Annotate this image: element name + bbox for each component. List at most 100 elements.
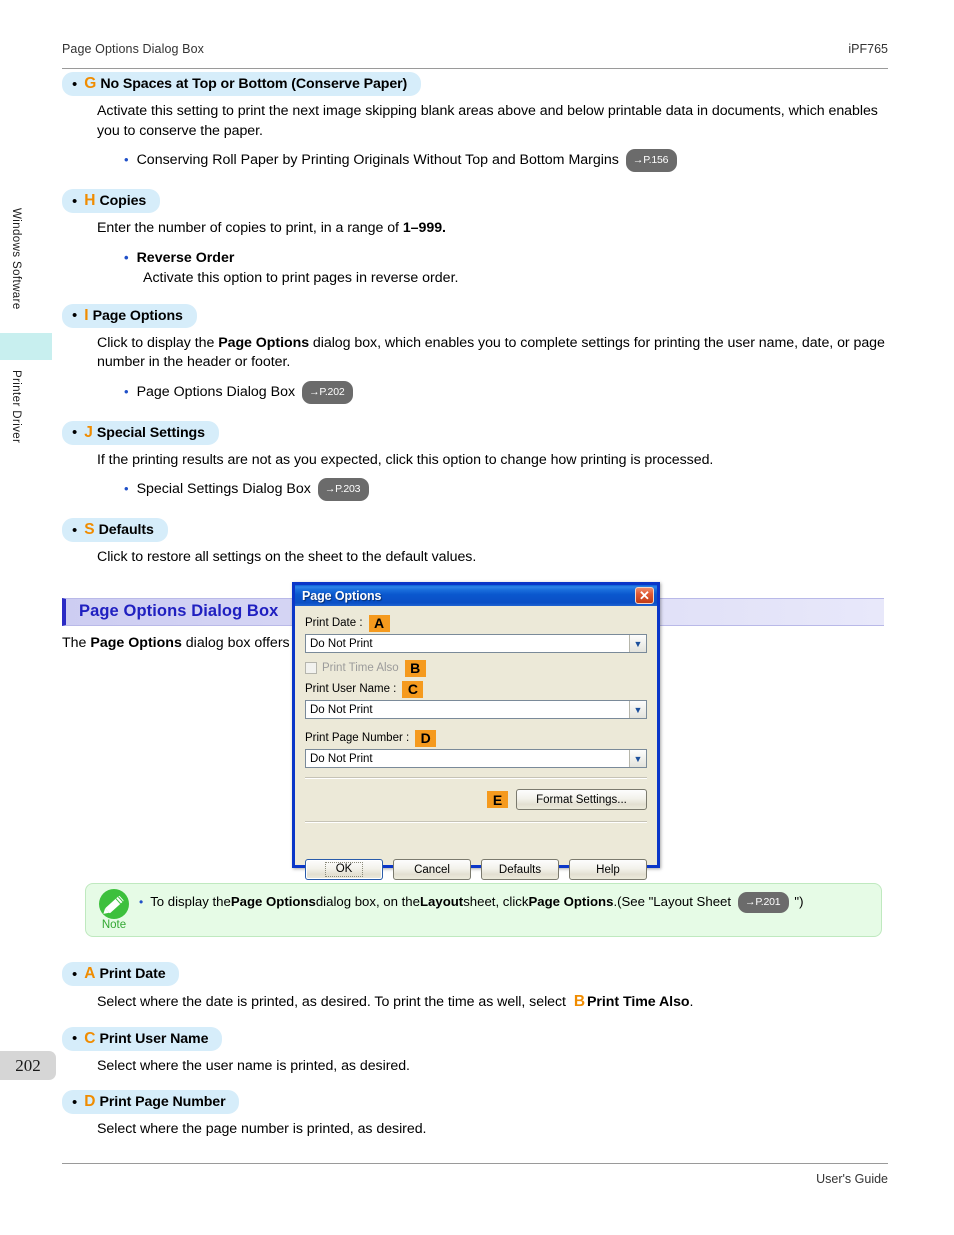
chevron-down-icon[interactable]: ▼ xyxy=(629,750,646,767)
ok-button[interactable]: OK xyxy=(305,859,383,880)
sidebar-tab-printer-driver[interactable]: Printer Driver xyxy=(10,370,22,443)
section-i-body-bold: Page Options xyxy=(218,334,310,351)
close-icon[interactable]: ✕ xyxy=(635,587,654,604)
print-time-also-row[interactable]: Print Time Also B xyxy=(305,659,647,677)
section-g-link-item[interactable]: • Conserving Roll Paper by Printing Orig… xyxy=(124,149,888,173)
section-heading-g: • G No Spaces at Top or Bottom (Conserve… xyxy=(62,72,422,96)
section-i-link-item[interactable]: • Page Options Dialog Box →P.202 xyxy=(124,380,888,405)
sub-bullet-icon: • xyxy=(124,481,129,496)
dialog-body: Print Date : A Do Not Print ▼ Print Time… xyxy=(295,606,657,889)
section-j-link-text: Special Settings Dialog Box xyxy=(136,481,311,497)
chevron-down-icon[interactable]: ▼ xyxy=(629,635,646,652)
page-ref-badge[interactable]: →P.203 xyxy=(317,478,370,501)
print-page-number-label: Print Page Number : xyxy=(305,732,410,744)
section-letter-i: I xyxy=(84,306,89,324)
section-letter-g: G xyxy=(84,75,97,92)
chevron-down-icon[interactable]: ▼ xyxy=(629,701,646,718)
format-settings-button[interactable]: Format Settings... xyxy=(516,789,647,810)
section-i-link-text: Page Options Dialog Box xyxy=(136,383,296,400)
section-h-sub-heading: Reverse Order xyxy=(136,249,235,266)
content-column: • G No Spaces at Top or Bottom (Conserve… xyxy=(62,72,888,651)
footer-text: User's Guide xyxy=(816,1172,888,1186)
section-heading-c: • C Print User Name xyxy=(62,1026,223,1051)
section-letter-d: D xyxy=(84,1093,96,1110)
section-title-s: Defaults xyxy=(98,522,154,538)
bullet-icon: • xyxy=(72,424,78,441)
bullet-icon: • xyxy=(72,1030,78,1047)
section-h-subblock: • Reverse Order Activate this option to … xyxy=(124,248,888,288)
cancel-button[interactable]: Cancel xyxy=(393,859,471,880)
section-body-a: Select where the date is printed, as des… xyxy=(97,992,887,1013)
sub-bullet-icon: • xyxy=(124,383,129,399)
note-text-1: To display the xyxy=(150,894,231,909)
section-g-link-text: Conserving Roll Paper by Printing Origin… xyxy=(136,152,619,168)
section-h-body-pre: Enter the number of copies to print, in … xyxy=(97,220,403,236)
intro-pre: The xyxy=(62,634,91,651)
header-left-title: Page Options Dialog Box xyxy=(62,42,204,56)
print-date-select[interactable]: Do Not Print ▼ xyxy=(305,634,647,653)
page-header: Page Options Dialog Box iPF765 xyxy=(62,42,888,69)
print-page-number-value: Do Not Print xyxy=(310,752,373,765)
print-date-label-row: Print Date : A xyxy=(305,614,647,632)
sidebar-active-marker xyxy=(0,333,52,360)
print-time-also-checkbox[interactable] xyxy=(305,662,317,674)
note-bold-2: Layout xyxy=(419,894,464,909)
section-heading-h: • H Copies xyxy=(62,189,161,213)
section-a-body-bold: Print Time Also xyxy=(587,994,690,1010)
footer-divider xyxy=(62,1163,888,1164)
section-a-body-post: . xyxy=(689,994,694,1010)
section-title-g: No Spaces at Top or Bottom (Conserve Pap… xyxy=(100,76,408,92)
callout-tag-e: E xyxy=(487,791,508,808)
section-letter-c: C xyxy=(84,1029,96,1047)
section-letter-a: A xyxy=(84,965,96,982)
print-date-value: Do Not Print xyxy=(310,637,373,650)
section-heading-a: • A Print Date xyxy=(62,962,180,986)
bullet-icon: • xyxy=(72,192,78,210)
bullet-icon: • xyxy=(72,307,78,324)
ok-button-label: OK xyxy=(324,862,364,877)
help-button[interactable]: Help xyxy=(569,859,647,880)
sub-bullet-icon: • xyxy=(124,249,129,265)
page-number: 202 xyxy=(0,1051,56,1080)
note-bold-1: Page Options xyxy=(230,894,316,909)
main-section-heading-text: Page Options Dialog Box xyxy=(79,602,279,620)
lower-content-column: • A Print Date Select where the date is … xyxy=(62,962,888,1140)
intro-bold: Page Options xyxy=(90,634,182,651)
page-ref-badge[interactable]: →P.202 xyxy=(302,380,354,404)
print-user-name-select[interactable]: Do Not Print ▼ xyxy=(305,700,647,719)
section-body-i: Click to display the Page Options dialog… xyxy=(97,334,887,373)
section-j-link-item[interactable]: • Special Settings Dialog Box →P.203 xyxy=(124,478,888,502)
callout-tag-b: B xyxy=(404,659,426,677)
section-body-g: Activate this setting to print the next … xyxy=(97,103,878,139)
bullet-icon: • xyxy=(72,75,78,93)
note-text-3: sheet, click xyxy=(463,894,529,909)
print-user-name-label: Print User Name : xyxy=(305,683,397,695)
print-page-number-label-row: Print Page Number : D xyxy=(305,729,647,747)
note-text-5: ") xyxy=(794,894,804,909)
section-i-body-pre: Click to display the xyxy=(97,334,219,351)
section-title-j: Special Settings xyxy=(96,424,205,441)
sidebar-tab-windows-software[interactable]: Windows Software xyxy=(10,208,22,310)
dialog-title-bar[interactable]: Page Options ✕ xyxy=(292,582,660,606)
sub-bullet-icon: • xyxy=(139,895,144,909)
page-ref-badge[interactable]: →P.156 xyxy=(625,149,678,172)
page-options-dialog: Page Options ✕ Print Date : A Do Not Pri… xyxy=(292,582,660,880)
header-right-title: iPF765 xyxy=(848,42,888,56)
section-body-h: Enter the number of copies to print, in … xyxy=(97,219,887,239)
divider-upper xyxy=(305,777,647,779)
page-ref-badge[interactable]: →P.201 xyxy=(738,892,790,913)
section-title-i: Page Options xyxy=(92,307,183,324)
note-label: Note xyxy=(101,919,127,931)
sub-bullet-icon: • xyxy=(124,152,129,167)
section-a-body-pre: Select where the date is printed, as des… xyxy=(97,994,570,1010)
format-settings-row: E Format Settings... xyxy=(305,789,647,810)
divider-lower xyxy=(305,821,647,823)
section-body-d: Select where the page number is printed,… xyxy=(97,1121,427,1137)
section-title-a: Print Date xyxy=(99,966,166,982)
note-box: Note • To display the Page Options dialo… xyxy=(85,883,882,937)
print-page-number-select[interactable]: Do Not Print ▼ xyxy=(305,749,647,768)
defaults-button[interactable]: Defaults xyxy=(481,859,559,880)
section-heading-s: • S Defaults xyxy=(62,518,168,542)
callout-tag-c: C xyxy=(402,680,424,698)
section-title-c: Print User Name xyxy=(99,1030,209,1047)
